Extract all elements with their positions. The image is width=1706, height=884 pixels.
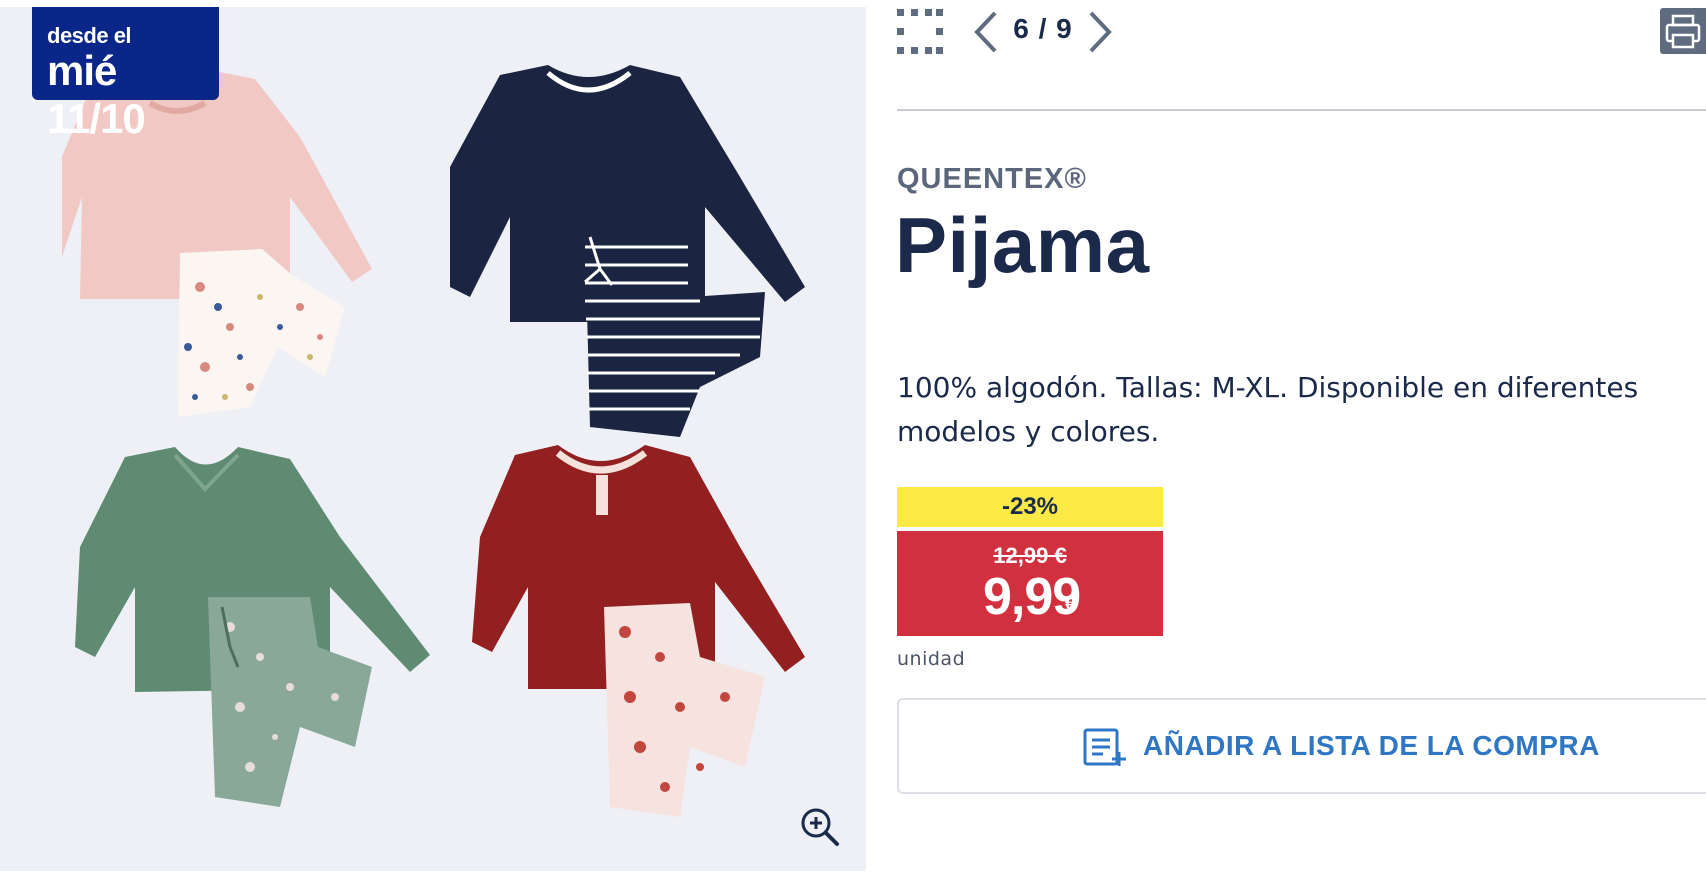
product-title: Pijama — [895, 201, 1150, 289]
chevron-left-icon[interactable] — [969, 7, 1001, 57]
header-divider — [897, 109, 1706, 111]
image-counter: 6 / 9 — [1013, 13, 1073, 44]
add-to-shopping-list-label: AÑADIR A LISTA DE LA COMPRA — [1143, 730, 1600, 761]
chevron-right-icon[interactable] — [1085, 7, 1117, 57]
list-add-icon — [1083, 728, 1127, 768]
navy-pajama — [450, 65, 805, 437]
zoom-in-icon[interactable] — [800, 807, 840, 847]
badge-line-2: mié 11/10 — [47, 47, 146, 142]
add-to-shopping-list-button[interactable]: AÑADIR A LISTA DE LA COMPRA — [897, 698, 1706, 794]
price-currency: € — [1065, 594, 1076, 614]
red-pajama — [472, 445, 805, 817]
gallery-navigation: 6 / 9 — [897, 7, 1706, 57]
printer-icon[interactable] — [1660, 8, 1706, 54]
availability-date-badge: desde el mié 11/10 — [32, 7, 219, 142]
product-image-panel[interactable]: desde el mié 11/10 — [0, 7, 866, 871]
price-unit: unidad — [897, 648, 966, 670]
product-brand: QUEENTEX® — [897, 163, 1087, 195]
price-box: 12,99 € 9,99 — [897, 531, 1163, 636]
green-pajama — [75, 447, 430, 807]
old-price: 12,99 € — [993, 543, 1067, 568]
badge-line-1: desde el — [47, 23, 132, 48]
discount-badge: -23% — [897, 487, 1163, 527]
product-description: 100% algodón. Tallas: M-XL. Disponible e… — [897, 371, 1639, 448]
grid-icon[interactable] — [897, 9, 943, 55]
